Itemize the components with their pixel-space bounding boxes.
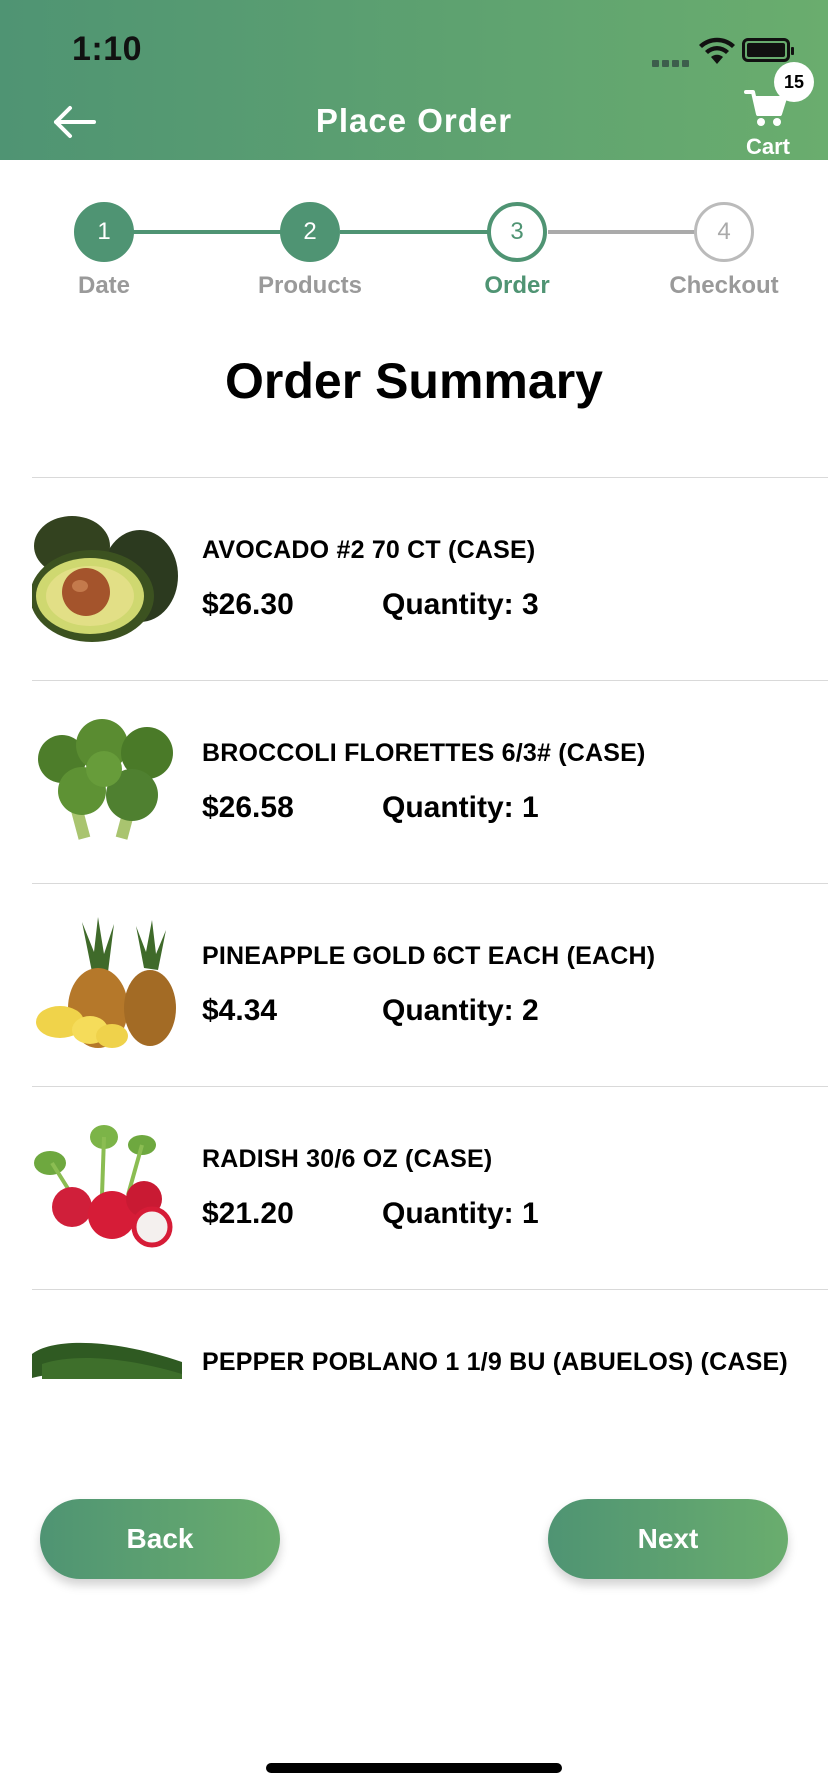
page-title: Place Order [315,102,513,139]
step-1-label: Date [77,272,131,299]
item-price: $26.58 [202,791,294,824]
radish-image [32,1115,182,1261]
order-summary-title: Order Summary [225,353,603,409]
wifi-icon [699,37,735,64]
step-1-circle: 1 [74,202,134,262]
list-item[interactable]: RADISH 30/6 OZ (CASE) $21.20 Quantity: 1 [32,1087,828,1290]
next-button[interactable]: Next [548,1499,788,1579]
item-price: $26.30 [202,588,294,621]
cart-count-badge: 15 [774,62,814,102]
list-item[interactable]: PINEAPPLE GOLD 6CT EACH (EACH) $4.34 Qua… [32,884,828,1087]
step-2-circle: 2 [280,202,340,262]
cart-label: Cart [746,134,791,159]
app-header: 1:10 Place Order Cart [0,0,828,160]
battery-icon [742,38,794,62]
item-name: RADISH 30/6 OZ (CASE) [202,1145,493,1173]
step-4-circle: 4 [694,202,754,262]
list-item[interactable]: PEPPER POBLANO 1 1/9 BU (ABUELOS) (CASE) [32,1290,828,1379]
step-3-circle: 3 [487,202,547,262]
item-name: PEPPER POBLANO 1 1/9 BU (ABUELOS) (CASE) [202,1348,788,1376]
back-button[interactable]: Back [40,1499,280,1579]
step-connector-2 [340,230,490,234]
home-indicator[interactable] [266,1763,562,1773]
list-item[interactable]: AVOCADO #2 70 CT (CASE) $26.30 Quantity:… [32,478,828,681]
item-quantity: Quantity: 1 [382,1197,539,1230]
item-quantity: Quantity: 1 [382,791,539,824]
status-time: 1:10 [72,30,143,68]
item-name: AVOCADO #2 70 CT (CASE) [202,536,536,564]
item-name: PINEAPPLE GOLD 6CT EACH (EACH) [202,942,656,970]
pepper-image [32,1318,182,1379]
step-4-label: Checkout [669,272,779,299]
order-items-list[interactable]: AVOCADO #2 70 CT (CASE) $26.30 Quantity:… [32,477,828,1379]
cellular-signal-icon [652,54,692,67]
pineapple-image [32,912,182,1058]
step-connector-1 [132,230,282,234]
step-3-label: Order [484,272,550,299]
item-price: $21.20 [202,1197,294,1230]
avocado-image [32,506,182,652]
item-name: BROCCOLI FLORETTES 6/3# (CASE) [202,739,646,767]
item-quantity: Quantity: 3 [382,588,539,621]
item-price: $4.34 [202,994,278,1027]
order-progress-stepper: 1 2 3 4 Date Products Order Checkout [0,196,828,306]
step-connector-3 [548,230,698,234]
list-item[interactable]: BROCCOLI FLORETTES 6/3# (CASE) $26.58 Qu… [32,681,828,884]
broccoli-image [32,709,182,855]
step-2-label: Products [257,272,362,299]
item-quantity: Quantity: 2 [382,994,539,1027]
